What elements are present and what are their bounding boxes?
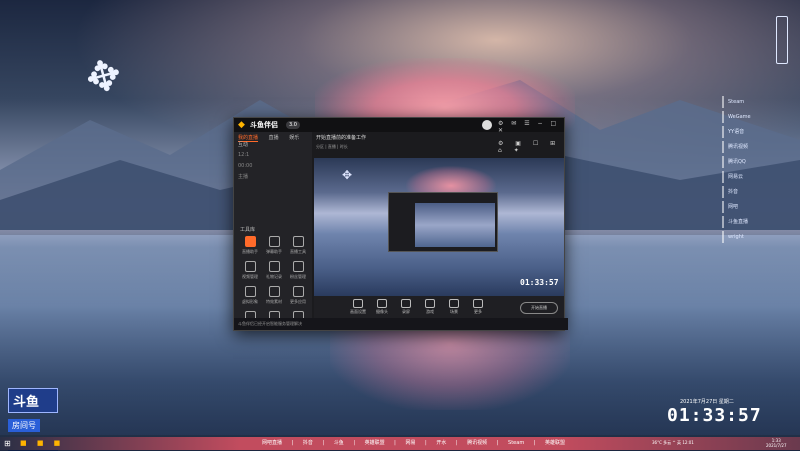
tool-item[interactable]: 弹幕助手	[262, 236, 286, 255]
scene-icon	[449, 299, 459, 308]
shortcut-item[interactable]: 斗鱼直播	[722, 216, 782, 228]
record-icon	[401, 299, 411, 308]
system-tray[interactable]: 36°C 多云 ^ 英 12:01	[652, 440, 694, 446]
tab-entertainment[interactable]: 娱乐	[289, 135, 299, 141]
tool-item[interactable]: 礼物记录	[262, 261, 286, 280]
room-title: 开始直播前的准备工作	[316, 135, 367, 141]
app-logo-icon: ◆	[238, 120, 245, 130]
preview-clock: 01:33:57	[520, 278, 559, 287]
desktop-shortcut-list: Steam WeGame YY语音 腾讯视频 腾讯QQ 网易云 抖音 网吧 斗鱼…	[722, 96, 782, 246]
shortcut-item[interactable]: wright	[722, 231, 782, 243]
streaming-app-window: ◆ 斗鱼伴侣 3.0 ⚙ ✉ ☰ − □ ✕ 我的直播 直播 娱乐 互动 12:…	[233, 117, 568, 331]
tab-live[interactable]: 直播	[269, 135, 279, 141]
nested-preview-image	[415, 203, 495, 247]
tool-item[interactable]: 直播工具	[286, 236, 310, 255]
shortcut-item[interactable]: WeGame	[722, 111, 782, 123]
preview-logo-icon: ✥	[342, 168, 353, 182]
toolbar-item[interactable]: 摄像头	[372, 299, 392, 315]
douyu-logo: 斗鱼	[8, 388, 58, 413]
room-meta: 分区 | 直播 | 时长	[316, 144, 348, 149]
tab-my-live[interactable]: 我的直播	[238, 135, 259, 142]
header-icons[interactable]: ⚙ ▣ ☐ ⊞ ⌂ ✦	[498, 140, 564, 154]
version-badge[interactable]: 3.0	[286, 121, 300, 129]
tools-title: 工具库	[240, 227, 256, 233]
live-toolbar: 画面设置 摄像头 录屏 游戏 场景 更多 开始直播	[314, 296, 564, 318]
tool-item[interactable]: 虚拟形象	[238, 286, 262, 305]
sidebar-row[interactable]: 12:1	[238, 150, 252, 161]
app-name: 斗鱼伴侣	[250, 121, 278, 129]
tool-item[interactable]: 视频管理	[238, 261, 262, 280]
start-live-button[interactable]: 开始直播	[520, 302, 558, 314]
tool-icon	[268, 286, 280, 297]
screen-icon	[353, 299, 363, 308]
sidebar-rows: 12:1 00:00 主播	[238, 150, 252, 183]
desktop-clock: 01:33:57	[667, 405, 762, 426]
shortcut-item[interactable]: 抖音	[722, 186, 782, 198]
toolbar-item[interactable]: 游戏	[420, 299, 440, 315]
taskbar: ⊞ ■ ■ ■ 网吧直播 | 抖音 | 斗鱼 | 英雄联盟 | 网易 | 开水 …	[0, 437, 800, 450]
tool-icon	[268, 236, 280, 247]
tool-icon	[244, 236, 256, 247]
sidebar-tabs: 我的直播 直播 娱乐 互动	[238, 134, 312, 148]
tool-icon	[292, 236, 304, 247]
camera-icon	[377, 299, 387, 308]
toolbar-item[interactable]: 场景	[444, 299, 464, 315]
tool-icon	[244, 286, 256, 297]
toolbar-item[interactable]: 录屏	[396, 299, 416, 315]
desktop-date: 2021年7月27日 星期二	[680, 399, 734, 405]
taskbar-clock[interactable]: 1:33 2021/7/27	[766, 438, 787, 448]
room-tag: 房间号	[8, 419, 40, 432]
shortcut-item[interactable]: Steam	[722, 96, 782, 108]
windows-start-icon[interactable]: ⊞	[4, 439, 11, 448]
tool-item[interactable]: 特效素材	[262, 286, 286, 305]
tab-interact[interactable]: 互动	[238, 142, 248, 148]
toolbar-item[interactable]: 更多	[468, 299, 488, 315]
tool-item[interactable]: 直播助手	[238, 236, 262, 255]
tool-grid: 直播助手 弹幕助手 直播工具 视频管理 礼物记录 粉丝管理 虚拟形象 特效素材 …	[238, 236, 310, 330]
more-icon	[473, 299, 483, 308]
tool-icon	[244, 261, 256, 272]
taskbar-links[interactable]: 网吧直播 | 抖音 | 斗鱼 | 英雄联盟 | 网易 | 开水 | 腾讯视频 |…	[262, 439, 565, 446]
nested-app-preview	[388, 192, 498, 252]
shortcut-item[interactable]: 腾讯视频	[722, 141, 782, 153]
pendant-icon	[776, 16, 788, 64]
shortcut-item[interactable]: YY语音	[722, 126, 782, 138]
tool-item[interactable]: 粉丝管理	[286, 261, 310, 280]
toolbar-item[interactable]: 画面设置	[348, 299, 368, 315]
stream-preview[interactable]: ✥ 01:33:57	[314, 158, 564, 296]
app-sidebar: 我的直播 直播 娱乐 互动 12:1 00:00 主播 工具库 直播助手 弹幕助…	[234, 132, 312, 329]
tool-icon	[292, 261, 304, 272]
tool-item[interactable]: 更多应用	[286, 286, 310, 305]
sidebar-row[interactable]: 主播	[238, 172, 252, 183]
avatar[interactable]	[482, 120, 492, 130]
shortcut-item[interactable]: 网易云	[722, 171, 782, 183]
status-bar: 斗鱼伴侣已经开启智能服务管理解决	[234, 318, 568, 330]
tool-icon	[268, 261, 280, 272]
game-icon	[425, 299, 435, 308]
taskbar-apps[interactable]: ■ ■ ■	[20, 439, 64, 447]
shortcut-item[interactable]: 网吧	[722, 201, 782, 213]
app-titlebar: ◆ 斗鱼伴侣 3.0 ⚙ ✉ ☰ − □ ✕	[234, 118, 564, 134]
sidebar-row[interactable]: 00:00	[238, 161, 252, 172]
main-header: 开始直播前的准备工作 分区 | 直播 | 时长 ⚙ ▣ ☐ ⊞ ⌂ ✦	[314, 132, 564, 156]
tool-icon	[292, 286, 304, 297]
shortcut-item[interactable]: 腾讯QQ	[722, 156, 782, 168]
